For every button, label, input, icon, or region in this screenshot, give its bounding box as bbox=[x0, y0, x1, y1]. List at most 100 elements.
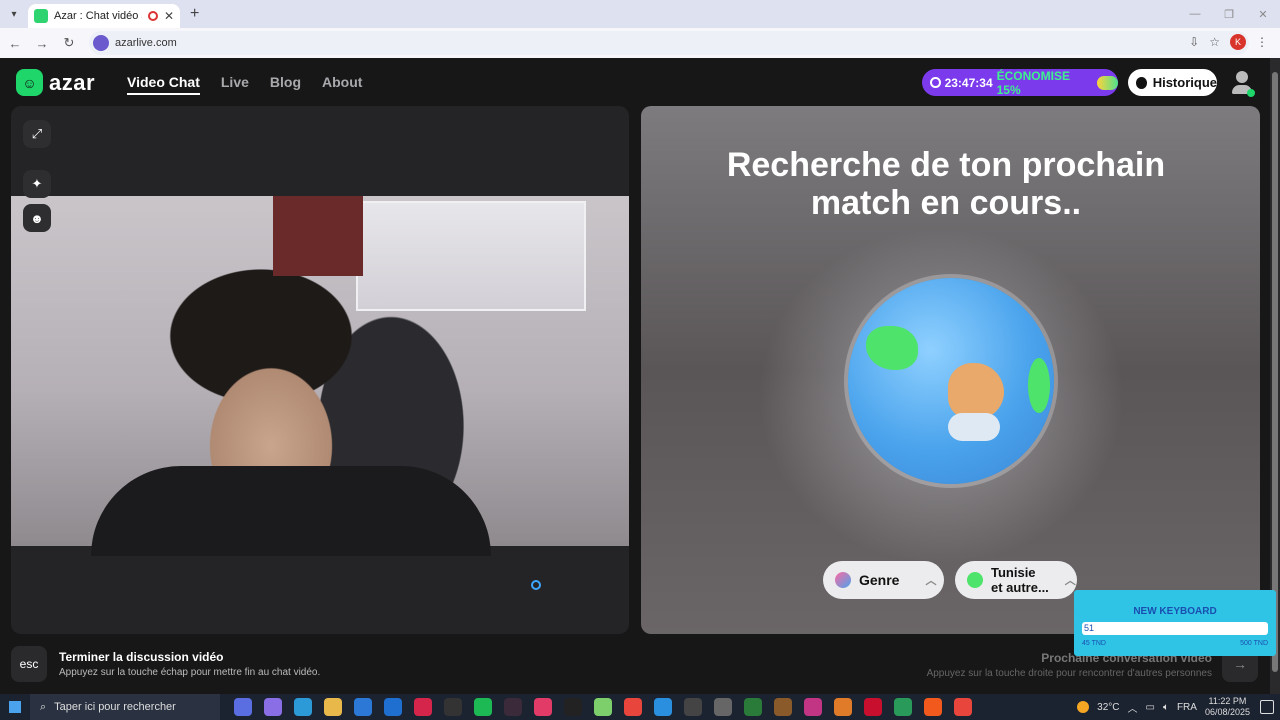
esc-key-button[interactable]: esc bbox=[11, 646, 47, 682]
self-video-feed bbox=[11, 196, 629, 556]
instagram-icon[interactable] bbox=[804, 698, 822, 716]
url-text: azarlive.com bbox=[115, 37, 177, 49]
taskbar-clock[interactable]: 11:22 PM 06/08/2025 bbox=[1205, 696, 1250, 718]
close-tab-icon[interactable]: ✕ bbox=[164, 9, 174, 23]
bookmark-star-icon[interactable]: ☆ bbox=[1209, 35, 1220, 49]
chrome-icon[interactable] bbox=[954, 698, 972, 716]
effects-sparkle-icon[interactable]: ✦ bbox=[23, 170, 51, 198]
network-icon[interactable]: ▭ bbox=[1146, 702, 1155, 713]
tab-search-chevron-icon[interactable]: ▾ bbox=[0, 0, 28, 28]
nav-about[interactable]: About bbox=[322, 74, 362, 95]
video-person bbox=[91, 466, 491, 556]
region-filter-button[interactable]: Tunisie et autre... ︿ bbox=[955, 561, 1077, 599]
restore-window-icon[interactable]: ❐ bbox=[1212, 0, 1246, 28]
browser-tab-azar[interactable]: Azar : Chat vidéo avec de n ✕ bbox=[28, 4, 180, 28]
gems-icon bbox=[1097, 75, 1118, 90]
new-tab-button[interactable]: + bbox=[190, 5, 199, 23]
expand-icon[interactable]: ⤢ bbox=[23, 120, 51, 148]
edge-icon[interactable] bbox=[294, 698, 312, 716]
keyboard-value-input[interactable]: 51 bbox=[1082, 622, 1268, 635]
windows-start-icon[interactable] bbox=[0, 701, 30, 713]
profile-avatar[interactable]: K bbox=[1230, 34, 1246, 50]
taskbar-search-placeholder: Taper ici pour rechercher bbox=[54, 701, 176, 713]
browser-tab-strip: ▾ Azar : Chat vidéo avec de n ✕ + — ❐ ✕ bbox=[0, 0, 1280, 28]
recording-indicator-icon bbox=[147, 11, 158, 21]
notification-center-icon[interactable] bbox=[1260, 700, 1274, 714]
nav-live[interactable]: Live bbox=[221, 74, 249, 95]
forward-arrow-icon[interactable]: → bbox=[30, 36, 54, 51]
brave-icon[interactable] bbox=[924, 698, 942, 716]
tray-chevron-icon[interactable]: ︿ bbox=[1128, 700, 1138, 715]
taskbar-app-icon[interactable] bbox=[684, 698, 702, 716]
end-chat-hint: esc Terminer la discussion vidéo Appuyez… bbox=[11, 646, 320, 682]
history-clock-icon bbox=[1136, 76, 1147, 89]
azar-logo[interactable]: ☺ azar bbox=[16, 69, 95, 96]
nav-blog[interactable]: Blog bbox=[270, 74, 301, 95]
address-bar[interactable]: azarlive.com bbox=[89, 31, 1249, 55]
video-background-poster bbox=[273, 196, 363, 276]
chrome-icon[interactable] bbox=[624, 698, 642, 716]
taskbar-search-box[interactable]: ⌕ Taper ici pour rechercher bbox=[30, 694, 220, 720]
taskbar-app-icon[interactable] bbox=[744, 698, 762, 716]
new-keyboard-widget: NEW KEYBOARD 51 45 TND 500 TND bbox=[1074, 590, 1276, 656]
taskbar-app-icon[interactable] bbox=[504, 698, 522, 716]
headline-line-1: Recherche de ton prochain bbox=[726, 146, 1166, 184]
outlook-icon[interactable] bbox=[384, 698, 402, 716]
promo-timer: 23:47:34 bbox=[944, 75, 993, 90]
volume-icon[interactable]: 🔈︎ bbox=[1163, 702, 1169, 713]
browser-menu-icon[interactable]: ⋮ bbox=[1256, 35, 1268, 49]
store-icon[interactable] bbox=[354, 698, 372, 716]
weather-sun-icon bbox=[1077, 701, 1090, 713]
loading-cursor-icon bbox=[531, 580, 541, 590]
video-background-shelf bbox=[356, 201, 586, 311]
promo-discount: ÉCONOMISE 15% bbox=[996, 68, 1070, 97]
file-explorer-icon[interactable] bbox=[324, 698, 342, 716]
main-nav: Video Chat Live Blog About bbox=[127, 74, 362, 95]
globe-region-icon bbox=[967, 572, 983, 588]
taskbar-app-icon[interactable] bbox=[594, 698, 612, 716]
taskbar-app-icon[interactable] bbox=[864, 698, 882, 716]
install-app-icon[interactable]: ⇩ bbox=[1189, 35, 1199, 49]
taskbar-app-icon[interactable] bbox=[894, 698, 912, 716]
settings-gear-icon[interactable] bbox=[714, 698, 732, 716]
temperature: 32°C bbox=[1097, 701, 1120, 713]
user-account-icon[interactable] bbox=[1231, 71, 1255, 97]
history-button[interactable]: Historique bbox=[1128, 69, 1217, 96]
spotify-icon[interactable] bbox=[474, 698, 492, 716]
toolbar-actions: ⇩ ☆ K ⋮ bbox=[1189, 34, 1268, 50]
language-indicator[interactable]: FRA bbox=[1177, 702, 1197, 713]
globe-illustration bbox=[848, 278, 1054, 484]
nav-video-chat[interactable]: Video Chat bbox=[127, 74, 200, 95]
logo-text: azar bbox=[49, 69, 96, 95]
region-label-line-2: et autre... bbox=[991, 580, 1049, 595]
taskbar-apps bbox=[234, 698, 972, 716]
minimize-window-icon[interactable]: — bbox=[1178, 0, 1212, 28]
next-chat-subtitle: Appuyez sur la touche droite pour rencon… bbox=[926, 668, 1212, 679]
gender-filter-button[interactable]: Genre ︿ bbox=[823, 561, 944, 599]
end-chat-subtitle: Appuyez sur la touche échap pour mettre … bbox=[59, 667, 321, 678]
azar-logo-icon: ☺ bbox=[16, 69, 43, 96]
site-header: ☺ azar Video Chat Live Blog About 23:47:… bbox=[0, 58, 1270, 106]
site-info-icon[interactable] bbox=[93, 35, 109, 51]
taskbar-app-icon[interactable] bbox=[534, 698, 552, 716]
taskbar-app-icon[interactable] bbox=[444, 698, 462, 716]
search-icon: ⌕ bbox=[40, 700, 47, 713]
capcut-icon[interactable] bbox=[564, 698, 582, 716]
match-search-panel: Recherche de ton prochain match en cours… bbox=[641, 106, 1260, 634]
azar-favicon-icon bbox=[34, 9, 48, 23]
opera-icon[interactable] bbox=[414, 698, 432, 716]
sticker-face-icon[interactable]: ☻ bbox=[23, 204, 51, 232]
taskbar-app-icon[interactable] bbox=[774, 698, 792, 716]
taskbar-app-icon[interactable] bbox=[834, 698, 852, 716]
promo-badge[interactable]: 23:47:34 ÉCONOMISE 15% bbox=[922, 68, 1118, 97]
taskbar-app-icon[interactable] bbox=[264, 698, 282, 716]
back-arrow-icon[interactable]: ← bbox=[3, 36, 27, 51]
clock-date: 06/08/2025 bbox=[1204, 707, 1250, 717]
timer-icon bbox=[930, 77, 941, 88]
browser-toolbar: ← → ↻ azarlive.com ⇩ ☆ K ⋮ bbox=[0, 28, 1280, 58]
taskbar-app-icon[interactable] bbox=[234, 698, 252, 716]
close-window-icon[interactable]: ✕ bbox=[1246, 0, 1280, 28]
reload-icon[interactable]: ↻ bbox=[57, 35, 81, 51]
vscode-icon[interactable] bbox=[654, 698, 672, 716]
headline-line-2: match en cours.. bbox=[810, 184, 1082, 222]
